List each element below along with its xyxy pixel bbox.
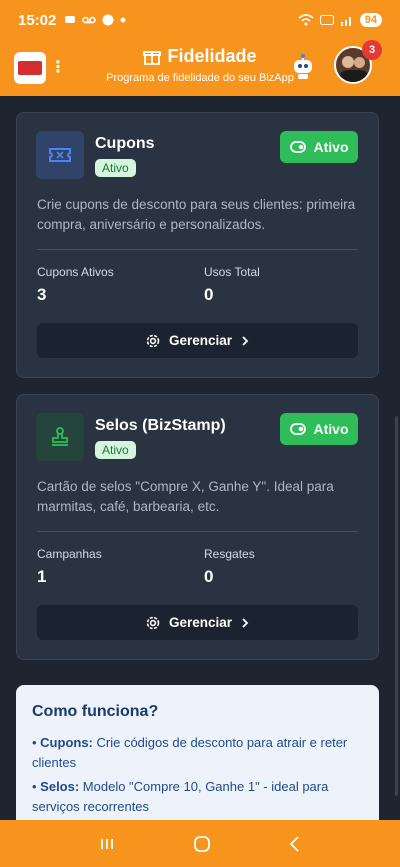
battery-level: 94	[359, 13, 382, 27]
card-title: Cupons	[95, 135, 155, 152]
main-content: Cupons Ativo Ativo Crie cupons de descon…	[0, 96, 400, 820]
how-it-works-panel: Como funciona? • Cupons: Crie códigos de…	[16, 685, 379, 820]
robot-assistant-icon[interactable]	[291, 54, 315, 80]
stat-cupons-ativos: Cupons Ativos 3	[37, 265, 114, 304]
status-icons	[64, 14, 126, 26]
msg-icon	[65, 16, 76, 23]
active-toggle-button[interactable]: Ativo	[280, 413, 358, 445]
manage-cupons-button[interactable]: Gerenciar	[37, 323, 358, 358]
app-header: ⋮ Fidelidade Programa de fidelidade do s…	[0, 40, 400, 96]
stat-resgates: Resgates 0	[204, 547, 255, 586]
toggle-icon	[289, 141, 306, 153]
card-description: Cartão de selos "Compre X, Ganhe Y". Ide…	[37, 479, 334, 514]
selos-card: Selos (BizStamp) Ativo Ativo Cartão de s…	[16, 394, 379, 660]
scrollbar[interactable]	[395, 416, 398, 796]
status-right: 94	[298, 13, 382, 27]
toggle-label: Ativo	[313, 421, 349, 437]
card-description: Crie cupons de desconto para seus client…	[37, 197, 356, 232]
cupons-card: Cupons Ativo Ativo Crie cupons de descon…	[16, 112, 379, 378]
gift-icon	[143, 50, 162, 65]
signal-icon	[340, 17, 351, 26]
divider	[37, 249, 358, 250]
active-toggle-button[interactable]: Ativo	[280, 131, 358, 163]
back-icon[interactable]	[288, 835, 302, 853]
page-title: Fidelidade	[167, 46, 257, 66]
stat-usos-total: Usos Total 0	[204, 265, 260, 304]
status-bar: 15:02 94	[0, 0, 400, 40]
how-title: Como funciona?	[32, 703, 159, 720]
stat-campanhas: Campanhas 1	[37, 547, 102, 586]
manage-selos-button[interactable]: Gerenciar	[37, 605, 358, 640]
status-time: 15:02	[18, 11, 57, 29]
how-list: • Cupons: Crie códigos de desconto para …	[32, 733, 363, 817]
card-title: Selos (BizStamp)	[95, 417, 226, 434]
toggle-icon	[289, 423, 306, 435]
dot-icon	[120, 17, 126, 23]
manage-label: Gerenciar	[168, 333, 233, 348]
toggle-label: Ativo	[313, 139, 349, 155]
status-badge: Ativo	[95, 159, 136, 177]
notification-badge: 3	[362, 40, 382, 60]
chevron-right-icon	[242, 617, 249, 628]
gear-icon	[146, 616, 160, 629]
home-icon[interactable]	[193, 835, 211, 853]
gear-icon	[146, 334, 160, 347]
status-badge: Ativo	[95, 441, 136, 459]
list-item: • Selos: Modelo "Compre 10, Ganhe 1" - i…	[32, 779, 329, 814]
recent-apps-icon[interactable]	[98, 836, 116, 852]
ticket-icon	[36, 131, 84, 179]
wifi-icon	[298, 14, 314, 26]
chevron-right-icon	[242, 335, 249, 346]
list-item: • Cupons: Crie códigos de desconto para …	[32, 735, 348, 770]
voicemail-icon	[82, 16, 97, 24]
system-nav-bar	[0, 820, 400, 867]
stamp-icon	[36, 413, 84, 461]
divider	[37, 531, 358, 532]
messenger-icon	[102, 14, 114, 26]
manage-label: Gerenciar	[168, 615, 233, 630]
hd-icon	[319, 15, 334, 25]
